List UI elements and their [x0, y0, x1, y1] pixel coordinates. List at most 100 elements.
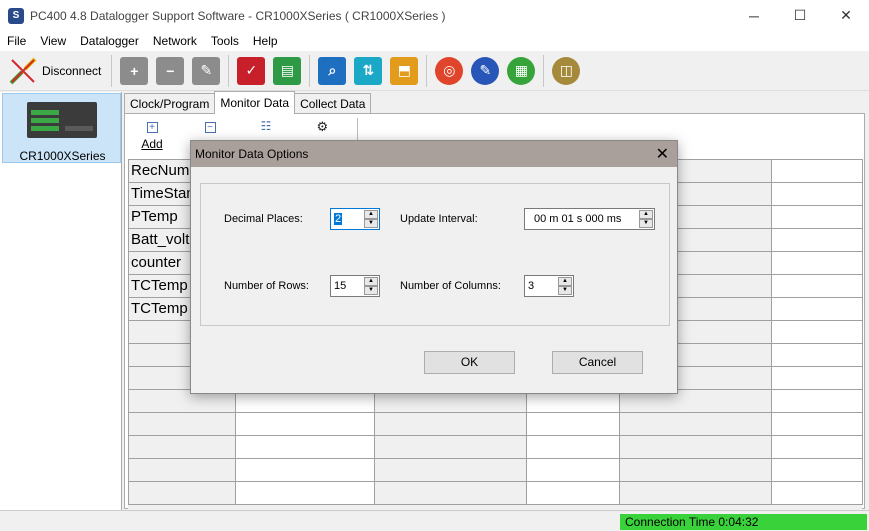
menu-datalogger[interactable]: Datalogger — [73, 34, 146, 48]
convert-icon: ⬒ — [390, 56, 419, 85]
spin-down-icon[interactable]: ▼ — [558, 286, 572, 295]
grid-value-cell[interactable] — [771, 274, 863, 298]
spin-down-icon[interactable]: ▼ — [364, 286, 378, 295]
grid-value-cell[interactable] — [771, 159, 863, 183]
view-data-button[interactable]: ⌕ — [314, 53, 350, 89]
add-station-button[interactable]: + — [116, 53, 152, 89]
short-cut-button[interactable]: ✓ — [233, 53, 269, 89]
close-button[interactable]: ✕ — [823, 0, 869, 31]
grid-field-name[interactable] — [619, 435, 772, 459]
grid-value-cell[interactable] — [526, 481, 620, 505]
grid-value-cell[interactable] — [235, 412, 375, 436]
menu-help[interactable]: Help — [246, 34, 285, 48]
connection-time: Connection Time 0:04:32 — [620, 514, 867, 530]
decimal-places-spinner[interactable]: 2 ▲ ▼ — [330, 208, 380, 230]
decimal-places-value: 2 — [334, 213, 343, 225]
lifebuoy-icon: ◎ — [435, 56, 464, 85]
remove-station-button[interactable]: − — [152, 53, 188, 89]
disconnect-button[interactable]: Disconnect — [2, 53, 107, 89]
grid-value-cell[interactable] — [771, 320, 863, 344]
grid-value-cell[interactable] — [771, 251, 863, 275]
options-group: Decimal Places: 2 ▲ ▼ Update Interval: 00… — [200, 183, 670, 326]
grid-value-cell[interactable] — [526, 458, 620, 482]
grid-value-cell[interactable] — [235, 481, 375, 505]
grid-value-cell[interactable] — [771, 205, 863, 229]
grid-value-cell[interactable] — [235, 435, 375, 459]
grid-field-name[interactable] — [128, 435, 236, 459]
maximize-button[interactable]: ☐ — [777, 0, 823, 31]
grid-value-cell[interactable] — [771, 481, 863, 505]
grid-field-name[interactable] — [128, 481, 236, 505]
minimize-button[interactable]: ─ — [731, 0, 777, 31]
grid-value-cell[interactable] — [771, 458, 863, 482]
dialog-close-icon[interactable]: ✕ — [656, 144, 669, 164]
menu-tools[interactable]: Tools — [204, 34, 246, 48]
grid-value-cell[interactable] — [771, 366, 863, 390]
spin-up-icon[interactable]: ▲ — [639, 210, 653, 219]
device-config-button[interactable]: ▦ — [503, 53, 539, 89]
grid-value-cell[interactable] — [771, 182, 863, 206]
crbasic-button[interactable]: ▤ — [269, 53, 305, 89]
grid-value-cell[interactable] — [771, 228, 863, 252]
tab-collect-data[interactable]: Collect Data — [294, 93, 372, 114]
pen-icon: ✎ — [471, 56, 500, 85]
grid-value-cell[interactable] — [235, 458, 375, 482]
about-button[interactable]: ◫ — [548, 53, 584, 89]
grid-field-name[interactable] — [128, 412, 236, 436]
spin-down-icon[interactable]: ▼ — [364, 219, 378, 228]
troubleshooter-button[interactable]: ◎ — [431, 53, 467, 89]
grid-field-name[interactable] — [374, 458, 527, 482]
split-icon: ⇅ — [354, 56, 383, 85]
grid-value-cell[interactable] — [771, 343, 863, 367]
grid-field-name[interactable] — [374, 435, 527, 459]
spin-up-icon[interactable]: ▲ — [558, 277, 572, 286]
station-item[interactable]: CR1000XSeries — [2, 93, 121, 163]
dialog-title-bar: Monitor Data Options ✕ — [191, 141, 677, 167]
split-button[interactable]: ⇅ — [350, 53, 386, 89]
grid-value-cell[interactable] — [771, 389, 863, 413]
grid-field-name[interactable] — [374, 481, 527, 505]
window-title: PC400 4.8 Datalogger Support Software - … — [30, 8, 446, 23]
add-icon: + — [146, 121, 158, 133]
columns-value: 3 — [528, 280, 535, 292]
add-station-icon: + — [120, 56, 149, 85]
grid-value-cell[interactable] — [771, 435, 863, 459]
grid-field-name[interactable] — [128, 458, 236, 482]
update-interval-spinner[interactable]: 00 m 01 s 000 ms ▲ ▼ — [524, 208, 655, 230]
grid-field-name[interactable] — [374, 412, 527, 436]
toolbar-separator — [111, 54, 113, 87]
toolbar-separator — [543, 54, 545, 87]
menu-network[interactable]: Network — [146, 34, 204, 48]
ok-button[interactable]: OK — [424, 351, 515, 374]
grid-field-name[interactable] — [619, 481, 772, 505]
grid-value-cell[interactable] — [771, 297, 863, 321]
grid-field-name[interactable] — [619, 458, 772, 482]
spin-up-icon[interactable]: ▲ — [364, 210, 378, 219]
menu-view[interactable]: View — [33, 34, 73, 48]
columns-spinner[interactable]: 3 ▲ ▼ — [524, 275, 574, 297]
toolbar-separator — [228, 54, 230, 87]
tab-monitor-data[interactable]: Monitor Data — [214, 91, 296, 114]
dialog-title: Monitor Data Options — [195, 147, 309, 161]
grid-value-cell[interactable] — [526, 435, 620, 459]
edit-station-button[interactable]: ✎ — [188, 53, 224, 89]
decimal-places-label: Decimal Places: — [224, 213, 303, 225]
add-button[interactable]: + Add — [125, 114, 179, 158]
rows-spinner[interactable]: 15 ▲ ▼ — [330, 275, 380, 297]
menu-file[interactable]: File — [0, 34, 33, 48]
toolbar-separator — [309, 54, 311, 87]
columns-label: Number of Columns: — [400, 280, 501, 292]
gear-icon: ⚙ — [316, 118, 329, 134]
search-data-icon: ⌕ — [318, 56, 347, 85]
app-icon: S — [8, 7, 24, 24]
main-toolbar: Disconnect + − ✎ ✓ ▤ ⌕ ⇅ ⬒ ◎ ✎ ▦ ◫ — [0, 51, 869, 91]
spin-up-icon[interactable]: ▲ — [364, 277, 378, 286]
terminal-button[interactable]: ✎ — [467, 53, 503, 89]
tab-clock-program[interactable]: Clock/Program — [124, 93, 216, 114]
grid-field-name[interactable] — [619, 412, 772, 436]
spin-down-icon[interactable]: ▼ — [639, 219, 653, 228]
cancel-button[interactable]: Cancel — [552, 351, 643, 374]
card-convert-button[interactable]: ⬒ — [386, 53, 422, 89]
grid-value-cell[interactable] — [771, 412, 863, 436]
grid-value-cell[interactable] — [526, 412, 620, 436]
